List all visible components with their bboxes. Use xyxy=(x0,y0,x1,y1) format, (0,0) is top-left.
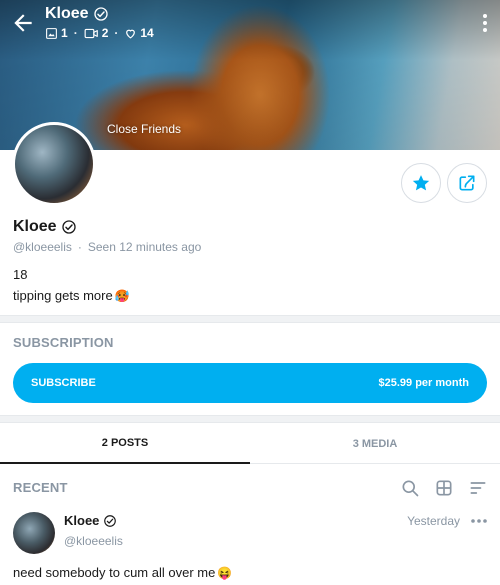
more-vertical-icon[interactable] xyxy=(480,12,490,34)
search-icon[interactable] xyxy=(400,478,420,498)
bio-line-2: tipping gets more 🥵 xyxy=(13,288,130,303)
favorite-button[interactable] xyxy=(401,163,441,203)
subscribe-button[interactable]: SUBSCRIBE $25.99 per month xyxy=(13,363,487,403)
stat-videos-count: 2 xyxy=(101,26,109,40)
tab-media[interactable]: 3 MEDIA xyxy=(250,424,500,464)
meta-separator: · xyxy=(77,240,82,254)
post-author-handle: @kloeeelis xyxy=(64,534,123,548)
arrow-left-icon[interactable] xyxy=(10,10,36,36)
profile-name: Kloee xyxy=(13,218,77,236)
last-seen: Seen 12 minutes ago xyxy=(87,240,202,254)
section-divider xyxy=(0,315,500,323)
post-text-body: need somebody to cum all over me xyxy=(13,565,216,580)
bio-emoji: 🥵 xyxy=(114,288,130,303)
section-divider xyxy=(0,415,500,423)
tab-posts[interactable]: 2 POSTS xyxy=(0,424,250,464)
video-icon xyxy=(84,28,98,38)
stat-likes-count: 14 xyxy=(140,26,154,40)
post-author-name: Kloee xyxy=(64,513,100,528)
verified-check-icon xyxy=(104,514,117,527)
verified-check-icon xyxy=(61,220,76,234)
image-icon xyxy=(46,27,57,39)
stat-videos: 2 xyxy=(84,26,109,40)
grid-icon[interactable] xyxy=(434,478,454,498)
header-title: Kloee xyxy=(45,5,109,23)
post-avatar[interactable] xyxy=(13,512,55,554)
subscription-title: SUBSCRIPTION xyxy=(13,335,114,350)
profile-meta: @kloeeelis · Seen 12 minutes ago xyxy=(13,240,201,254)
heart-icon xyxy=(126,29,136,38)
stat-separator: · xyxy=(73,26,78,40)
more-horizontal-icon[interactable] xyxy=(470,512,488,530)
stat-separator: · xyxy=(114,26,119,40)
post-timestamp: Yesterday xyxy=(407,514,460,528)
recent-title: RECENT xyxy=(13,480,68,495)
share-button[interactable] xyxy=(447,163,487,203)
close-friends-label: Close Friends xyxy=(107,122,182,136)
profile-handle: @kloeeelis xyxy=(13,240,72,254)
bio-line-2-text: tipping gets more xyxy=(13,288,113,303)
post-text: need somebody to cum all over me 😝 xyxy=(13,565,232,580)
header-stats: 1 · 2 · 14 xyxy=(45,26,154,40)
post-author[interactable]: Kloee xyxy=(64,513,117,528)
post-emoji: 😝 xyxy=(217,565,233,580)
stat-images: 1 xyxy=(45,26,68,40)
profile-name-text: Kloee xyxy=(13,218,57,235)
subscribe-label: SUBSCRIBE xyxy=(31,377,96,389)
share-icon xyxy=(459,175,475,191)
recent-toolbar xyxy=(400,478,488,498)
bio-line-1: 18 xyxy=(13,267,28,282)
verified-check-icon xyxy=(93,7,108,21)
subscribe-price: $25.99 per month xyxy=(378,377,469,389)
stat-images-count: 1 xyxy=(61,26,68,40)
avatar[interactable] xyxy=(12,122,96,206)
star-icon xyxy=(412,175,430,191)
header-title-text: Kloee xyxy=(45,5,89,22)
stat-likes: 14 xyxy=(124,26,154,40)
top-bar: Kloee 1 · 2 · 14 xyxy=(0,0,500,50)
sort-icon[interactable] xyxy=(468,478,488,498)
profile-tabs: 2 POSTS 3 MEDIA xyxy=(0,424,500,464)
